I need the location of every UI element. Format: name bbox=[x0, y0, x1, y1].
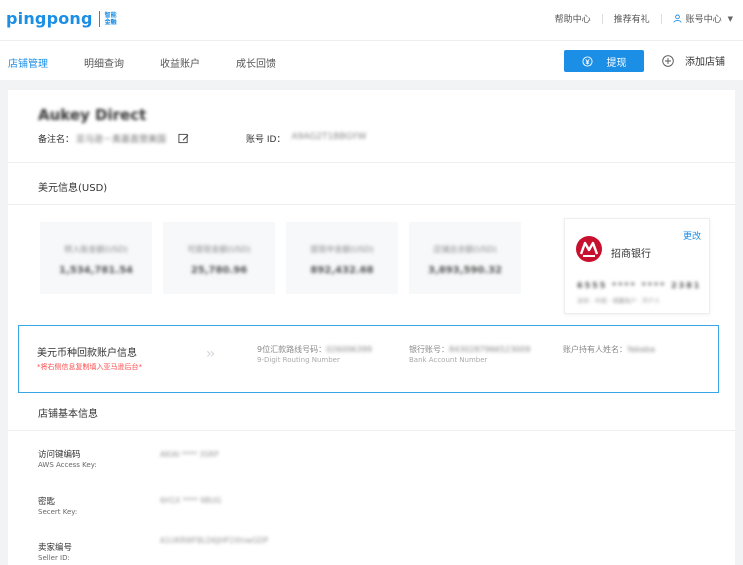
stat-label: 可提现金额(USD) bbox=[187, 245, 251, 254]
access-key-label-en: AWS Access Key: bbox=[38, 461, 97, 469]
secret-key-label-cn: 密匙 bbox=[38, 497, 56, 507]
plus-circle-icon bbox=[662, 54, 674, 67]
stat-withdrawing: 提现中金额(USD) 892,432.68 bbox=[286, 222, 398, 294]
edit-icon[interactable] bbox=[178, 133, 189, 144]
holder-value: Yakaba bbox=[627, 345, 656, 354]
usd-account-title: 美元币种回款账户信息 bbox=[37, 348, 137, 359]
stat-value: 3,893,590.32 bbox=[427, 265, 503, 276]
access-key-label: 访问键编码 AWS Access Key: bbox=[38, 448, 97, 469]
stat-total-balance: 店铺总余额(USD) 3,893,590.32 bbox=[409, 222, 521, 294]
tab-growth-rewards[interactable]: 成长回馈 bbox=[236, 55, 276, 70]
logo-wordmark: pingpong bbox=[6, 9, 93, 28]
change-bank-link[interactable]: 更改 bbox=[683, 229, 701, 242]
stat-withdrawable: 可提现金额(USD) 25,780.96 bbox=[163, 222, 275, 294]
stat-value: 1,534,781.54 bbox=[58, 265, 134, 276]
account-center-menu[interactable]: 账号中心 ▼ bbox=[662, 12, 733, 25]
seller-id-label-en: Seller ID: bbox=[38, 554, 70, 562]
withdraw-label: 提现 bbox=[606, 57, 627, 69]
stat-transferred: 转入账金额(USD) 1,534,781.54 bbox=[40, 222, 152, 294]
logo-subtitle: 智能金融 bbox=[104, 11, 117, 26]
usd-account-box: 美元币种回款账户信息 *将右侧信息复制填入亚马逊后台* ›› 9位汇款路线号码：… bbox=[18, 325, 719, 393]
remark-value: 亚马逊－奥基直营美国 bbox=[76, 135, 167, 145]
add-shop-label: 添加店铺 bbox=[685, 57, 725, 68]
routing-label: 9位汇款路线号码： bbox=[257, 345, 327, 354]
double-chevron-right-icon: ›› bbox=[206, 346, 215, 362]
top-nav: 帮助中心 推荐有礼 账号中心 ▼ bbox=[544, 12, 733, 25]
basic-info-title: 店铺基本信息 bbox=[38, 409, 98, 420]
divider bbox=[8, 204, 735, 205]
seller-id-value: A1UKRWFBLD6JHP2XhiwGDP bbox=[160, 536, 269, 545]
bank-name: 招商银行 bbox=[611, 249, 651, 260]
stat-value: 25,780.96 bbox=[190, 265, 248, 276]
bank-account-label: 银行账号： bbox=[409, 345, 449, 354]
chevron-down-icon: ▼ bbox=[727, 14, 733, 23]
usd-account-warning: *将右侧信息复制填入亚马逊后台* bbox=[37, 363, 142, 371]
secret-key-label: 密匙 Secert Key: bbox=[38, 495, 77, 516]
stat-label: 店铺总余额(USD) bbox=[433, 245, 497, 254]
holder-label: 账户持有人姓名： bbox=[563, 345, 627, 354]
remark-row: 备注名： 亚马逊－奥基直营美国 bbox=[38, 132, 189, 145]
logo-divider bbox=[98, 10, 100, 27]
referral-link[interactable]: 推荐有礼 bbox=[603, 12, 661, 25]
stat-label: 转入账金额(USD) bbox=[64, 245, 128, 254]
secret-key-value: 6H1X **** 9BUG bbox=[160, 496, 222, 505]
stat-value: 892,432.68 bbox=[310, 265, 374, 276]
add-shop-button[interactable]: 添加店铺 bbox=[662, 53, 725, 68]
account-center-label: 账号中心 bbox=[685, 15, 722, 25]
bank-account-field: 银行账号：8430287966523009 Bank Account Numbe… bbox=[409, 344, 530, 364]
usd-section-title: 美元信息(USD) bbox=[38, 183, 108, 194]
access-key-value: AKIAI **** 3SRP bbox=[160, 450, 219, 459]
pingpong-logo[interactable]: pingpong 智能金融 bbox=[6, 9, 119, 28]
top-header: pingpong 智能金融 帮助中心 推荐有礼 账号中心 ▼ bbox=[0, 0, 743, 40]
shop-card: Aukey Direct 备注名： 亚马逊－奥基直营美国 账号 ID： A9AG… bbox=[8, 90, 735, 565]
tab-detail-query[interactable]: 明细查询 bbox=[84, 55, 124, 70]
account-id-label: 账号 ID： bbox=[246, 135, 286, 145]
routing-number-field: 9位汇款路线号码：026006399 9-Digit Routing Numbe… bbox=[257, 344, 372, 364]
seller-id-label: 卖家编号 Seller ID: bbox=[38, 541, 72, 562]
withdraw-button[interactable]: 提现 bbox=[564, 50, 644, 72]
remark-label: 备注名： bbox=[38, 135, 75, 145]
account-id-value: A9AG2T1BBGYW bbox=[291, 132, 367, 142]
withdraw-icon bbox=[581, 55, 593, 67]
account-holder-field: 账户持有人姓名：Yakaba bbox=[563, 344, 655, 355]
bank-card-number: 6555 **** **** 2381 bbox=[577, 281, 702, 290]
bank-card-info: 深圳 · 中国 · 储蓄账户 · 开户人 bbox=[577, 298, 661, 305]
bank-card: 更改 招商银行 6555 **** **** 2381 深圳 · 中国 · 储蓄… bbox=[564, 218, 710, 314]
access-key-label-cn: 访问键编码 bbox=[38, 450, 81, 460]
tab-earnings-account[interactable]: 收益账户 bbox=[160, 55, 200, 70]
divider bbox=[8, 162, 735, 163]
shop-name: Aukey Direct bbox=[38, 106, 147, 124]
help-center-link[interactable]: 帮助中心 bbox=[544, 12, 602, 25]
tab-shop-management[interactable]: 店铺管理 bbox=[8, 55, 48, 70]
cmb-bank-logo-icon bbox=[576, 236, 602, 262]
routing-label-en: 9-Digit Routing Number bbox=[257, 356, 340, 364]
seller-id-label-cn: 卖家编号 bbox=[38, 543, 73, 553]
user-icon bbox=[673, 14, 682, 23]
secret-key-label-en: Secert Key: bbox=[38, 508, 78, 516]
bank-account-value: 8430287966523009 bbox=[449, 345, 531, 354]
account-id-row: 账号 ID： A9AG2T1BBGYW bbox=[246, 132, 366, 145]
bank-account-label-en: Bank Account Number bbox=[409, 356, 488, 364]
divider bbox=[8, 430, 735, 431]
routing-value: 026006399 bbox=[326, 345, 372, 354]
stat-label: 提现中金额(USD) bbox=[310, 245, 374, 254]
